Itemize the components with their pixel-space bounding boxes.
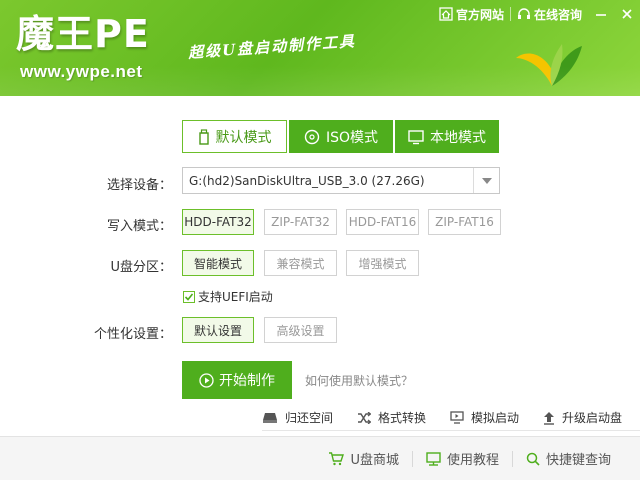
search-icon	[526, 452, 540, 466]
footer-tutorial-link[interactable]: 使用教程	[413, 449, 512, 468]
tool-upgrade-label: 升级启动盘	[562, 411, 623, 425]
footer-tutorial-label: 使用教程	[446, 453, 499, 468]
device-select[interactable]: G:(hd2)SanDiskUltra_USB_3.0 (27.26G)	[182, 167, 500, 194]
upgrade-arrow-icon	[544, 411, 555, 425]
uefi-option[interactable]: 支持UEFI启动	[183, 288, 273, 305]
logo-url: www.ywpe.net	[20, 62, 143, 81]
online-support-link[interactable]: 在线咨询	[511, 4, 588, 24]
leaf-logo-icon	[516, 44, 582, 86]
tools-bar: 归还空间 格式转换 模拟启动 升级启动盘	[262, 405, 640, 431]
partition-compatible[interactable]: 兼容模式	[264, 250, 337, 276]
write-mode-hdd-fat16[interactable]: HDD-FAT16	[346, 209, 419, 235]
close-button[interactable]	[614, 4, 640, 24]
personalize-advanced[interactable]: 高级设置	[264, 317, 337, 343]
write-mode-label: 写入模式：	[106, 219, 172, 234]
write-mode-hdd-fat32[interactable]: HDD-FAT32	[182, 209, 254, 235]
tab-iso-mode[interactable]: ISO模式	[289, 120, 393, 153]
write-mode-zip-fat32[interactable]: ZIP-FAT32	[264, 209, 337, 235]
official-site-label: 官方网站	[455, 7, 504, 22]
tool-format-label: 格式转换	[378, 411, 427, 425]
checkmark-icon	[184, 292, 194, 301]
footer-bar: U盘商城 使用教程 快捷键查询	[0, 436, 640, 480]
footer-shortcut-label: 快捷键查询	[545, 453, 611, 468]
monitor-icon	[408, 129, 424, 144]
dropdown-arrow[interactable]	[473, 168, 499, 193]
slogan: 超级U盘启动制作工具	[187, 32, 357, 62]
mode-tabs: 默认模式 ISO模式 本地模式	[182, 120, 501, 153]
cart-icon	[329, 451, 345, 465]
tab-local-mode[interactable]: 本地模式	[395, 120, 499, 153]
tool-simulate-label: 模拟启动	[471, 411, 520, 425]
tool-format-convert[interactable]: 格式转换	[357, 409, 426, 426]
usb-drive-icon	[198, 128, 209, 145]
footer-shop-link[interactable]: U盘商城	[315, 449, 412, 468]
home-icon	[439, 7, 453, 21]
minimize-icon	[596, 14, 606, 16]
shuffle-icon	[358, 411, 372, 424]
personalize-label: 个性化设置：	[93, 327, 172, 342]
simulate-screen-icon	[450, 411, 464, 424]
disk-restore-icon	[263, 412, 277, 423]
tool-restore-space[interactable]: 归还空间	[262, 409, 333, 426]
headset-icon	[517, 8, 530, 19]
minimize-button[interactable]	[588, 4, 614, 24]
chevron-down-icon	[481, 177, 492, 184]
tool-restore-label: 归还空间	[285, 411, 334, 425]
tab-iso-label: ISO模式	[325, 129, 379, 146]
close-icon	[622, 9, 632, 19]
online-support-label: 在线咨询	[533, 7, 582, 22]
footer-shop-label: U盘商城	[350, 453, 399, 468]
app-header: 魔王PE www.ywpe.net 超级U盘启动制作工具 官方网站 在线咨询	[0, 0, 640, 96]
device-value: G:(hd2)SanDiskUltra_USB_3.0 (27.26G)	[189, 173, 425, 188]
start-button[interactable]: 开始制作	[182, 361, 292, 399]
disc-icon	[304, 129, 320, 144]
tab-local-label: 本地模式	[430, 129, 486, 146]
partition-label: U盘分区：	[110, 260, 172, 275]
footer-shortcut-link[interactable]: 快捷键查询	[513, 449, 624, 468]
tool-simulate-boot[interactable]: 模拟启动	[450, 409, 519, 426]
play-circle-icon	[199, 372, 214, 388]
start-label: 开始制作	[219, 373, 275, 389]
partition-smart[interactable]: 智能模式	[182, 250, 254, 276]
tutorial-icon	[426, 451, 441, 466]
uefi-label: 支持UEFI启动	[198, 290, 273, 304]
personalize-default[interactable]: 默认设置	[182, 317, 254, 343]
tab-default-label: 默认模式	[215, 129, 272, 146]
write-mode-zip-fat16[interactable]: ZIP-FAT16	[428, 209, 501, 235]
top-links: 官方网站 在线咨询	[433, 4, 640, 24]
partition-enhanced[interactable]: 增强模式	[346, 250, 419, 276]
device-label: 选择设备：	[106, 178, 172, 193]
logo-title: 魔王PE	[16, 12, 150, 56]
tab-default-mode[interactable]: 默认模式	[182, 120, 287, 153]
help-link[interactable]: 如何使用默认模式？	[305, 372, 413, 389]
uefi-checkbox[interactable]	[183, 290, 195, 303]
official-site-link[interactable]: 官方网站	[433, 4, 510, 24]
tool-upgrade-disk[interactable]: 升级启动盘	[543, 409, 622, 426]
